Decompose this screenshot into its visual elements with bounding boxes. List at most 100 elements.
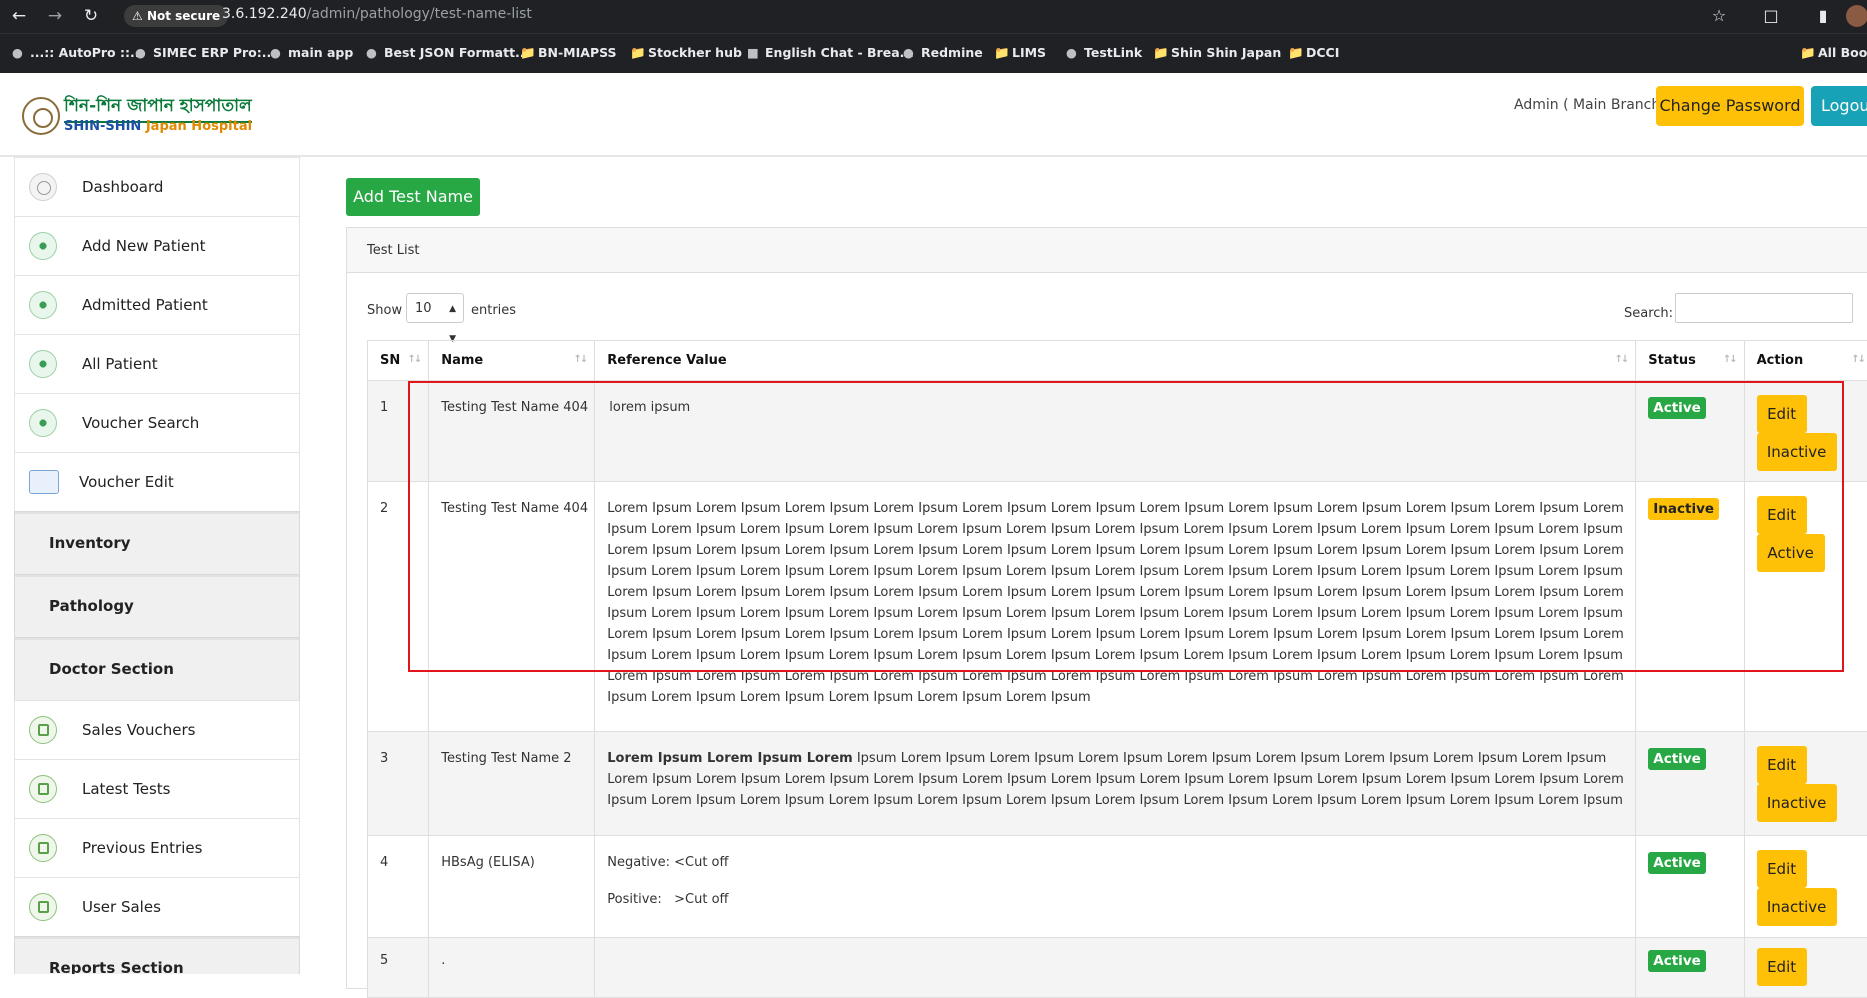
bookmark-main-app[interactable]: ●main app [270, 45, 353, 60]
patients-icon [29, 409, 57, 437]
cell-name: Testing Test Name 404 [429, 381, 595, 482]
reference-line: Positive: >Cut off [607, 889, 1635, 910]
bookmark-json-formatter[interactable]: ●Best JSON Formatt... [366, 45, 529, 60]
sales-icon [29, 775, 57, 803]
table-row: 3 Testing Test Name 2 Lorem Ipsum Lorem … [368, 732, 1867, 836]
column-header-status[interactable]: Status↑↓ [1636, 341, 1744, 381]
sort-icon: ↑↓ [407, 354, 420, 365]
bookmark-star-icon[interactable]: ☆ [1708, 5, 1730, 27]
bookmark-bn-miapss[interactable]: 📁BN-MIAPSS [520, 45, 617, 61]
cell-sn: 5 [368, 938, 429, 998]
toggle-status-button[interactable]: Inactive [1757, 784, 1837, 822]
sort-icon: ↑↓ [1851, 354, 1864, 365]
cell-name: . [429, 938, 595, 998]
cell-status: Active [1636, 836, 1744, 938]
search-label: Search: [1624, 306, 1673, 321]
sort-icon: ↑↓ [1723, 354, 1736, 365]
main-content: Add Test Name Test List Show 10▲▼ entrie… [346, 157, 1867, 974]
table-row: 4 HBsAg (ELISA) Negative: <Cut offPositi… [368, 836, 1867, 938]
sidebar-item-previous-entries[interactable]: Previous Entries [14, 818, 300, 877]
bookmark-redmine[interactable]: ●Redmine [903, 45, 983, 60]
bookmark-all-bookmarks[interactable]: 📁All Boo [1800, 45, 1867, 61]
sidebar-item-sales-vouchers[interactable]: Sales Vouchers [14, 700, 300, 759]
bookmark-english-chat[interactable]: ■English Chat - Brea... [747, 45, 914, 60]
voucher-card-icon [29, 470, 59, 494]
status-badge: Active [1648, 852, 1706, 874]
status-badge: Active [1648, 748, 1706, 770]
column-header-action[interactable]: Action↑↓ [1744, 341, 1867, 381]
edit-button[interactable]: Edit [1757, 496, 1807, 534]
globe-icon: ● [135, 45, 149, 60]
profile-avatar-icon[interactable] [1846, 5, 1867, 27]
logout-button[interactable]: Logou [1811, 86, 1867, 126]
folder-icon: 📁 [520, 45, 534, 61]
bookmark-dcci[interactable]: 📁DCCI [1288, 45, 1339, 61]
toggle-status-button[interactable]: Inactive [1757, 888, 1837, 926]
sidebar-item-latest-tests[interactable]: Latest Tests [14, 759, 300, 818]
extensions-icon[interactable]: □ [1760, 5, 1782, 27]
admin-user-label: Admin ( Main Branch ) [1514, 97, 1670, 113]
cell-action: EditInactive [1744, 381, 1867, 482]
sidebar-section-inventory[interactable]: Inventory [14, 511, 300, 574]
side-panel-icon[interactable]: ▮ [1812, 5, 1834, 27]
bookmark-testlink[interactable]: ●TestLink [1066, 45, 1142, 60]
edit-button[interactable]: Edit [1757, 395, 1807, 433]
site-icon: ● [270, 45, 284, 60]
column-header-reference-value[interactable]: Reference Value↑↓ [595, 341, 1636, 381]
sidebar-section-doctor[interactable]: Doctor Section [14, 637, 300, 700]
sidebar-item-dashboard[interactable]: Dashboard [14, 157, 300, 216]
sidebar-item-all-patient[interactable]: All Patient [14, 334, 300, 393]
patients-icon [29, 291, 57, 319]
sales-icon [29, 834, 57, 862]
logo-english-text: SHIN-SHIN Japan Hospital [64, 119, 252, 134]
sidebar-item-voucher-edit[interactable]: Voucher Edit [14, 452, 300, 511]
globe-icon: ● [12, 45, 26, 60]
reload-icon[interactable]: ↻ [80, 5, 102, 27]
not-secure-chip[interactable]: ⚠ Not secure [124, 5, 228, 27]
add-test-name-button[interactable]: Add Test Name [346, 178, 480, 216]
change-password-button[interactable]: Change Password [1656, 86, 1804, 126]
entries-length-select[interactable]: 10▲▼ [406, 293, 464, 323]
sort-icon: ↑↓ [1615, 354, 1628, 365]
table-row: 5 . Active Edit [368, 938, 1867, 998]
table-row: 2 Testing Test Name 404 Lorem Ipsum Lore… [368, 482, 1867, 732]
back-arrow-icon[interactable]: ← [8, 5, 30, 27]
hospital-emblem-icon [22, 97, 60, 135]
bookmark-lims[interactable]: 📁LIMS [994, 45, 1046, 61]
edit-button[interactable]: Edit [1757, 850, 1807, 888]
sidebar: Dashboard Add New Patient Admitted Patie… [14, 157, 300, 974]
sidebar-section-reports[interactable]: Reports Section [14, 936, 300, 974]
toggle-status-button[interactable]: Inactive [1757, 433, 1837, 471]
edit-button[interactable]: Edit [1757, 746, 1807, 784]
sidebar-item-add-new-patient[interactable]: Add New Patient [14, 216, 300, 275]
folder-icon: 📁 [1288, 45, 1302, 61]
column-header-name[interactable]: Name↑↓ [429, 341, 595, 381]
bookmark-stockher-hub[interactable]: 📁Stockher hub [630, 45, 742, 61]
column-header-sn[interactable]: SN↑↓ [368, 341, 429, 381]
cell-sn: 1 [368, 381, 429, 482]
cell-reference-value: lorem ipsum [595, 381, 1636, 482]
sidebar-item-user-sales[interactable]: User Sales [14, 877, 300, 936]
cell-name: HBsAg (ELISA) [429, 836, 595, 938]
hospital-logo[interactable]: শিন-শিন জাপান হাসপাতাল SHIN-SHIN Japan H… [22, 93, 222, 143]
sidebar-item-voucher-search[interactable]: Voucher Search [14, 393, 300, 452]
bookmark-shin-shin-japan[interactable]: 📁Shin Shin Japan [1153, 45, 1281, 61]
not-secure-label: Not secure [147, 9, 220, 23]
address-bar[interactable]: 3.6.192.240/admin/pathology/test-name-li… [222, 6, 532, 22]
bookmark-autopro[interactable]: ●...:: AutoPro ::... [12, 45, 144, 60]
sidebar-item-admitted-patient[interactable]: Admitted Patient [14, 275, 300, 334]
search-input[interactable] [1675, 293, 1853, 323]
sort-icon: ↑↓ [574, 354, 587, 365]
status-badge: Active [1648, 950, 1706, 972]
site-icon: ● [903, 45, 917, 60]
forward-arrow-icon[interactable]: → [44, 5, 66, 27]
url-path: /admin/pathology/test-name-list [307, 6, 532, 22]
edit-button[interactable]: Edit [1757, 948, 1807, 986]
cell-reference-value: Negative: <Cut offPositive: >Cut off [595, 836, 1636, 938]
table-row: 1 Testing Test Name 404 lorem ipsum Acti… [368, 381, 1867, 482]
app-header: শিন-শিন জাপান হাসপাতাল SHIN-SHIN Japan H… [0, 73, 1867, 157]
bookmark-simec[interactable]: ●SIMEC ERP Pro:... [135, 45, 276, 60]
toggle-status-button[interactable]: Active [1757, 534, 1825, 572]
sidebar-section-pathology[interactable]: Pathology [14, 574, 300, 637]
bookmarks-bar: ●...:: AutoPro ::... ●SIMEC ERP Pro:... … [0, 33, 1867, 74]
